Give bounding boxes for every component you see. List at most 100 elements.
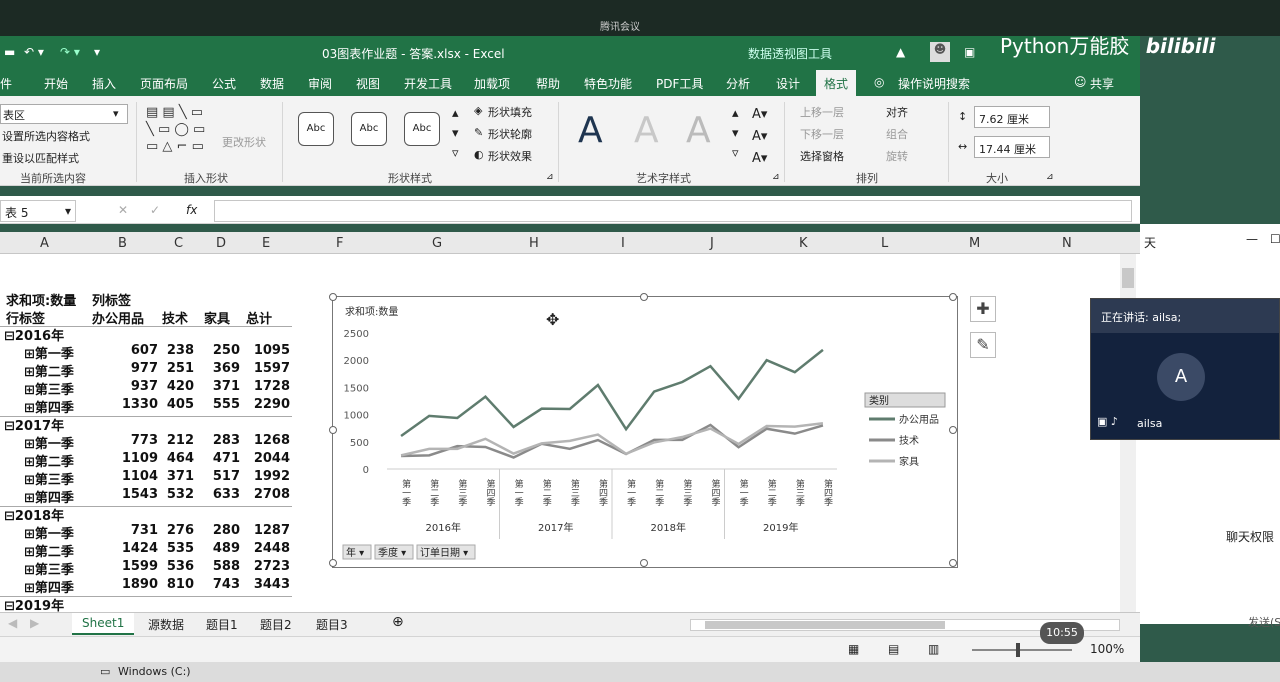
pivot-value-cell[interactable]: 2290: [246, 397, 290, 412]
tab-data[interactable]: 数据: [260, 75, 284, 92]
pivot-value-cell[interactable]: 1268: [246, 433, 290, 448]
pivot-value-cell[interactable]: 3443: [246, 577, 290, 592]
shape-outline-button[interactable]: 形状轮廓: [488, 126, 532, 142]
pivot-value-cell[interactable]: 2723: [246, 559, 290, 574]
resize-handle[interactable]: [949, 293, 957, 301]
pivot-value-cell[interactable]: 588: [196, 559, 240, 574]
pivot-quarter-row[interactable]: ⊞第二季: [24, 541, 74, 560]
meeting-app-tab[interactable]: 腾讯会议: [600, 18, 690, 33]
dialog-launcher-icon[interactable]: ⊿: [546, 172, 554, 182]
pivot-header-cell[interactable]: 家具: [204, 308, 230, 327]
tab-design[interactable]: 设计: [776, 75, 800, 92]
resize-handle[interactable]: [640, 559, 648, 567]
pivot-value-cell[interactable]: 633: [196, 487, 240, 502]
send-backward-button[interactable]: 下移一层: [800, 126, 844, 142]
redo-icon[interactable]: ↷ ▾: [60, 45, 80, 59]
send-button[interactable]: 发送(S: [1248, 614, 1280, 630]
pivot-value-cell[interactable]: 489: [196, 541, 240, 556]
pivot-value-cell[interactable]: 1992: [246, 469, 290, 484]
pivot-value-cell[interactable]: 517: [196, 469, 240, 484]
pivot-year-row[interactable]: ⊟2017年: [4, 415, 64, 434]
pivot-quarter-row[interactable]: ⊞第四季: [24, 397, 74, 416]
pivot-chart[interactable]: 求和项:数量 0 500 1000 1500 2000 2500 第一季 第二季 第三季 第四季 第一…: [329, 293, 958, 568]
shape-style-1[interactable]: Abc: [298, 112, 334, 146]
bring-forward-button[interactable]: 上移一层: [800, 104, 844, 120]
dialog-launcher-icon[interactable]: ⊿: [1046, 172, 1054, 182]
resize-handle[interactable]: [329, 426, 337, 434]
pivot-value-cell[interactable]: 471: [196, 451, 240, 466]
undo-icon[interactable]: ↶ ▾: [24, 45, 44, 59]
pivot-value-cell[interactable]: 743: [196, 577, 240, 592]
pivot-value-cell[interactable]: 1287: [246, 523, 290, 538]
pivot-header-cell[interactable]: 技术: [162, 308, 188, 327]
resize-handle[interactable]: [329, 559, 337, 567]
pivot-year-row[interactable]: ⊟2019年: [4, 595, 64, 612]
maximize-icon[interactable]: ☐: [1270, 232, 1280, 246]
rotate-button[interactable]: 旋转: [886, 148, 908, 164]
reset-style-button[interactable]: 重设以匹配样式: [2, 150, 79, 166]
tell-me-search[interactable]: 操作说明搜索: [898, 75, 970, 92]
pivot-value-cell[interactable]: 810: [150, 577, 194, 592]
pivot-value-cell[interactable]: 2708: [246, 487, 290, 502]
zoom-level[interactable]: 100%: [1090, 642, 1124, 656]
pivot-value-cell[interactable]: 532: [150, 487, 194, 502]
pivot-quarter-row[interactable]: ⊞第三季: [24, 559, 74, 578]
normal-view-icon[interactable]: ▦: [848, 642, 859, 656]
pivot-value-cell[interactable]: 371: [196, 379, 240, 394]
tab-addins[interactable]: 加载项: [474, 75, 510, 92]
pivot-value-cell[interactable]: 369: [196, 361, 240, 376]
shape-height-input[interactable]: 7.62 厘米: [974, 106, 1050, 128]
pivot-quarter-row[interactable]: ⊞第一季: [24, 433, 74, 452]
selection-pane-button[interactable]: 选择窗格: [800, 148, 844, 164]
resize-handle[interactable]: [949, 559, 957, 567]
pivot-value-cell[interactable]: 283: [196, 433, 240, 448]
pivot-value-cell[interactable]: 1728: [246, 379, 290, 394]
shape-width-input[interactable]: 17.44 厘米: [974, 136, 1050, 158]
pivot-header-cell[interactable]: 总计: [246, 308, 272, 327]
tab-page-layout[interactable]: 页面布局: [140, 75, 188, 92]
pivot-value-cell[interactable]: 535: [150, 541, 194, 556]
user-avatar-icon[interactable]: ☻: [930, 42, 950, 62]
pivot-value-cell[interactable]: 238: [150, 343, 194, 358]
pivot-column-label[interactable]: 列标签: [92, 290, 131, 309]
pivot-quarter-row[interactable]: ⊞第一季: [24, 523, 74, 542]
scrollbar-thumb[interactable]: [705, 621, 945, 629]
shape-effects-button[interactable]: 形状效果: [488, 148, 532, 164]
pivot-quarter-row[interactable]: ⊞第一季: [24, 343, 74, 362]
share-button[interactable]: 共享: [1090, 75, 1114, 92]
resize-handle[interactable]: [640, 293, 648, 301]
tab-review[interactable]: 审阅: [308, 75, 332, 92]
format-selection-button[interactable]: 设置所选内容格式: [2, 128, 90, 144]
chart-element-dropdown[interactable]: 表区 ▾: [0, 104, 128, 124]
tab-features[interactable]: 特色功能: [584, 75, 632, 92]
pivot-value-cell[interactable]: 276: [150, 523, 194, 538]
align-button[interactable]: 对齐: [886, 104, 908, 120]
pivot-value-cell[interactable]: 371: [150, 469, 194, 484]
pivot-value-cell[interactable]: 280: [196, 523, 240, 538]
pivot-value-cell[interactable]: 555: [196, 397, 240, 412]
ribbon-display-icon[interactable]: ▣: [964, 45, 975, 59]
pivot-value-cell[interactable]: 536: [150, 559, 194, 574]
resize-handle[interactable]: [949, 426, 957, 434]
wordart-scroll[interactable]: ▴ ▾ ▿: [732, 104, 739, 164]
tab-file[interactable]: 件: [0, 75, 12, 92]
page-break-view-icon[interactable]: ▥: [928, 642, 939, 656]
shape-fill-button[interactable]: 形状填充: [488, 104, 532, 120]
zoom-slider-handle[interactable]: [1016, 643, 1020, 657]
name-box[interactable]: 表 5 ▾: [0, 200, 76, 222]
pivot-quarter-row[interactable]: ⊞第三季: [24, 469, 74, 488]
change-shape-button[interactable]: 更改形状: [222, 134, 266, 150]
tab-pdf-tools[interactable]: PDF工具: [656, 75, 703, 92]
sheet-tab-source[interactable]: 源数据: [148, 616, 184, 633]
pivot-value-cell[interactable]: 212: [150, 433, 194, 448]
add-sheet-icon[interactable]: ⊕: [392, 614, 404, 630]
chart-styles-brush-button[interactable]: ✎: [970, 332, 996, 358]
pivot-quarter-row[interactable]: ⊞第二季: [24, 451, 74, 470]
pivot-quarter-row[interactable]: ⊞第四季: [24, 577, 74, 596]
sheet-tab-q3[interactable]: 题目3: [316, 616, 348, 633]
pivot-sum-label[interactable]: 求和项:数量: [6, 290, 76, 309]
enter-icon[interactable]: ✓: [150, 203, 160, 217]
sheet-tab-q1[interactable]: 题目1: [206, 616, 238, 633]
chart-elements-plus-button[interactable]: ✚: [970, 296, 996, 322]
save-icon[interactable]: ▬: [4, 45, 15, 59]
